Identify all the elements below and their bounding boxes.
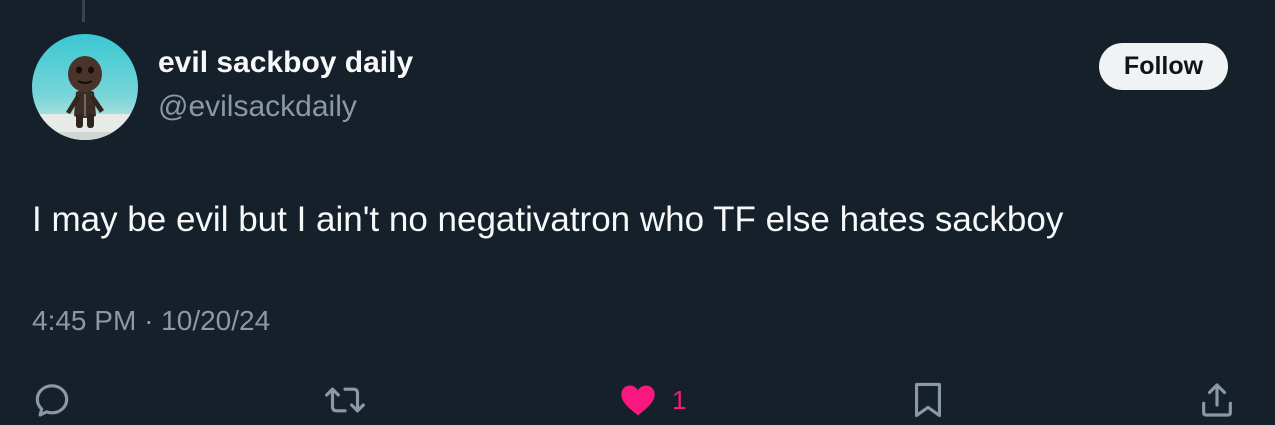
sackboy-avatar-image bbox=[32, 34, 138, 140]
retweet-button[interactable] bbox=[323, 378, 367, 422]
tweet-date[interactable]: 10/20/24 bbox=[161, 305, 270, 336]
meta-separator: · bbox=[144, 305, 154, 336]
reply-button[interactable] bbox=[32, 378, 72, 422]
avatar[interactable] bbox=[32, 34, 138, 140]
like-button[interactable]: 1 bbox=[618, 378, 686, 422]
bookmark-button[interactable] bbox=[910, 378, 946, 422]
tweet-time[interactable]: 4:45 PM bbox=[32, 305, 136, 336]
thread-connector-line bbox=[82, 0, 85, 22]
tweet-text: I may be evil but I ain't no negativatro… bbox=[32, 200, 1064, 239]
follow-button[interactable]: Follow bbox=[1099, 43, 1228, 90]
heart-icon bbox=[621, 385, 655, 416]
retweet-icon bbox=[325, 387, 365, 413]
reply-icon bbox=[35, 384, 69, 417]
share-icon bbox=[1202, 383, 1232, 417]
like-count: 1 bbox=[672, 384, 687, 415]
user-handle[interactable]: @evilsackdaily bbox=[158, 90, 357, 124]
share-button[interactable] bbox=[1197, 378, 1237, 422]
tweet-meta: 4:45 PM · 10/20/24 bbox=[32, 305, 270, 337]
display-name[interactable]: evil sackboy daily bbox=[158, 46, 413, 80]
bookmark-icon bbox=[914, 382, 942, 418]
